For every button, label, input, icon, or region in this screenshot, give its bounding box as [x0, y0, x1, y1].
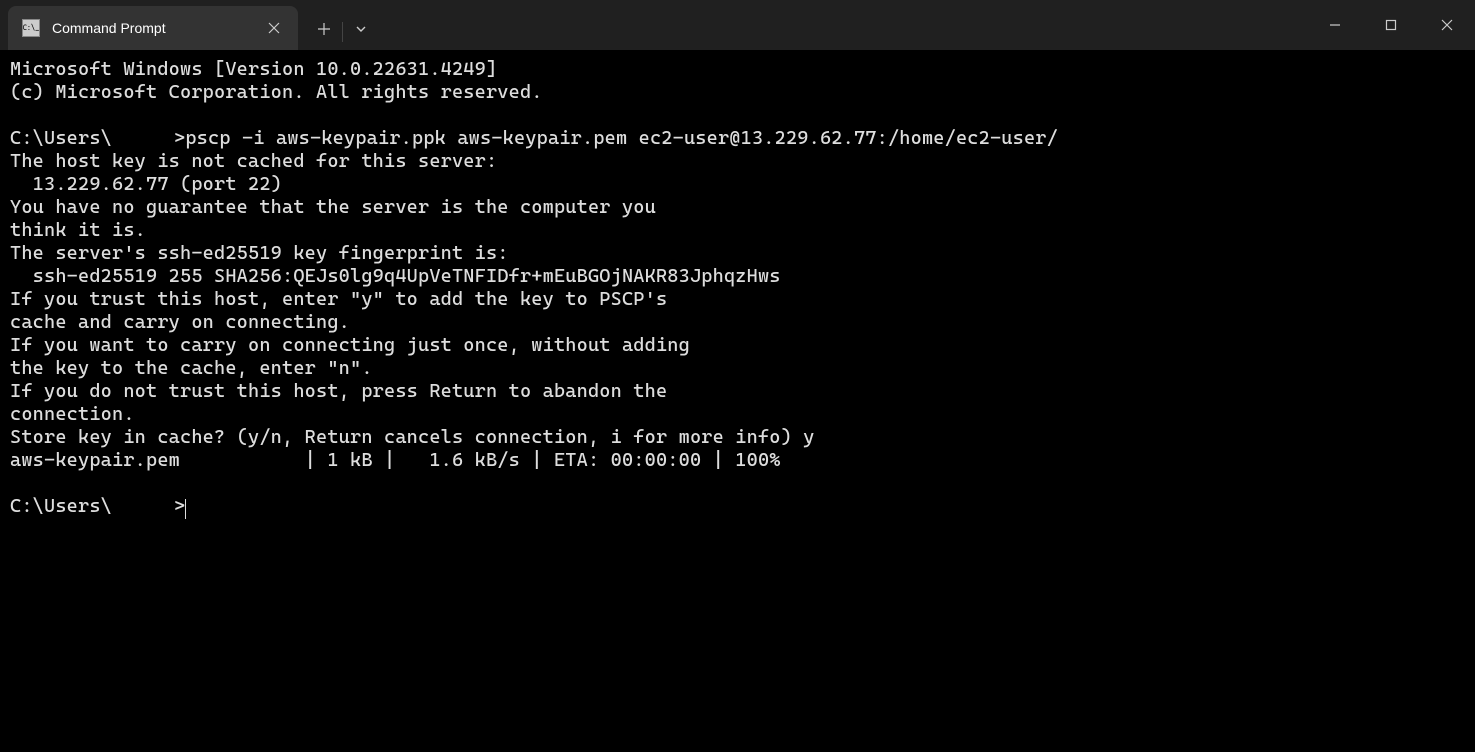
- active-tab[interactable]: Command Prompt: [8, 6, 298, 50]
- close-icon: [268, 22, 280, 34]
- maximize-icon: [1385, 19, 1397, 31]
- output-line: (c) Microsoft Corporation. All rights re…: [10, 81, 543, 103]
- redacted-username: [112, 498, 174, 516]
- window-close-button[interactable]: [1419, 0, 1475, 50]
- chevron-down-icon: [355, 23, 367, 35]
- tab-close-button[interactable]: [260, 14, 288, 42]
- tab-actions: [306, 0, 379, 50]
- prompt-path: C:\Users\: [10, 127, 112, 149]
- terminal-output[interactable]: Microsoft Windows [Version 10.0.22631.42…: [0, 50, 1475, 526]
- output-line: If you do not trust this host, press Ret…: [10, 380, 667, 402]
- output-line: 13.229.62.77 (port 22): [10, 173, 282, 195]
- output-line: Store key in cache? (y/n, Return cancels…: [10, 426, 815, 448]
- output-line: the key to the cache, enter "n".: [10, 357, 373, 379]
- maximize-button[interactable]: [1363, 0, 1419, 50]
- output-line: connection.: [10, 403, 135, 425]
- prompt-path: C:\Users\: [10, 495, 112, 517]
- cursor: [185, 499, 186, 519]
- output-line: ssh-ed25519 255 SHA256:QEJs0lg9q4UpVeTNF…: [10, 265, 781, 287]
- output-line: Microsoft Windows [Version 10.0.22631.42…: [10, 58, 497, 80]
- output-line: The server's ssh-ed25519 key fingerprint…: [10, 242, 509, 264]
- minimize-button[interactable]: [1307, 0, 1363, 50]
- output-line: aws-keypair.pem | 1 kB | 1.6 kB/s | ETA:…: [10, 449, 781, 471]
- output-line: think it is.: [10, 219, 146, 241]
- tab-dropdown-button[interactable]: [343, 13, 379, 45]
- prompt-suffix: >: [174, 495, 185, 517]
- output-line: If you trust this host, enter "y" to add…: [10, 288, 667, 310]
- output-line: If you want to carry on connecting just …: [10, 334, 690, 356]
- cmd-icon: [22, 19, 40, 37]
- title-bar-drag-area[interactable]: [379, 0, 1307, 50]
- redacted-username: [112, 130, 174, 148]
- minimize-icon: [1329, 19, 1341, 31]
- output-line: The host key is not cached for this serv…: [10, 150, 497, 172]
- close-icon: [1441, 19, 1453, 31]
- window-controls: [1307, 0, 1475, 50]
- output-line: You have no guarantee that the server is…: [10, 196, 656, 218]
- new-tab-button[interactable]: [306, 13, 342, 45]
- command-text: >pscp -i aws-keypair.ppk aws-keypair.pem…: [174, 127, 1058, 149]
- tab-title: Command Prompt: [52, 20, 248, 36]
- title-bar: Command Prompt: [0, 0, 1475, 50]
- plus-icon: [318, 23, 330, 35]
- output-line: cache and carry on connecting.: [10, 311, 350, 333]
